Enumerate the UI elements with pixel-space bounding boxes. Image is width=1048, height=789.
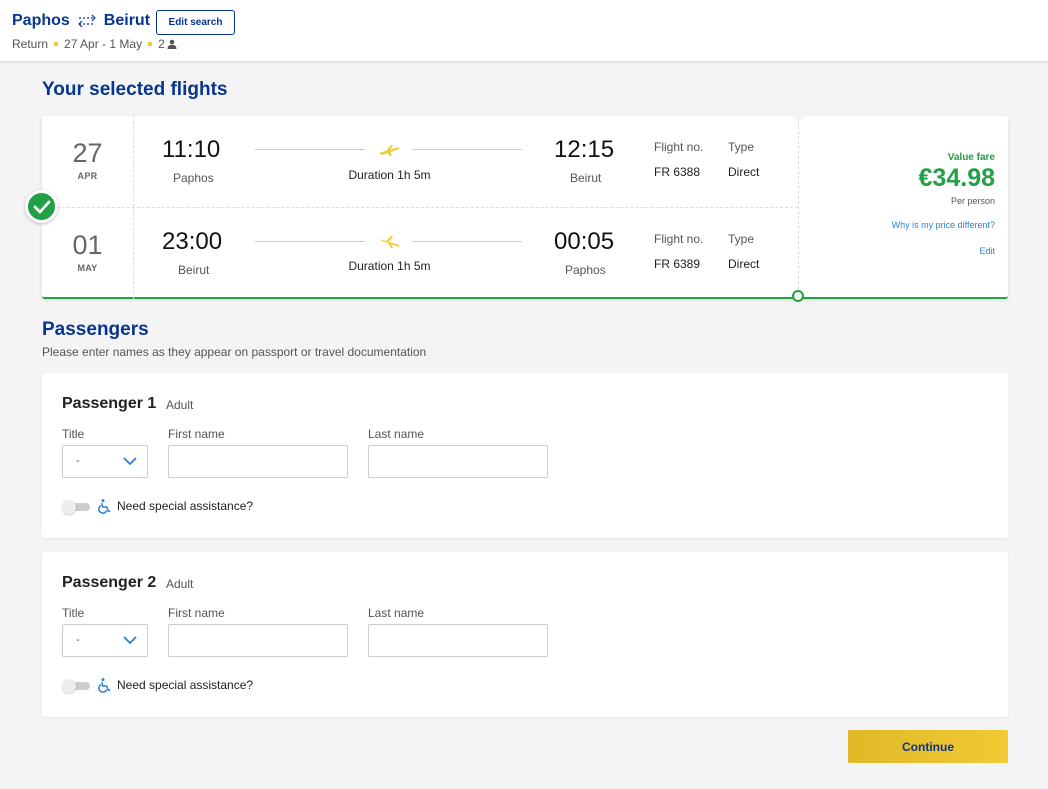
trip-dates: 27 Apr - 1 May — [64, 37, 143, 51]
flight-number: FR 6389 — [654, 257, 701, 271]
trip-type: Return — [12, 37, 49, 51]
route-line — [412, 149, 522, 150]
passenger-count: 2 — [158, 37, 165, 51]
arrival-city: Paphos — [565, 263, 606, 277]
title-select[interactable]: - — [62, 624, 148, 657]
flight-duration: Duration 1h 5m — [348, 259, 431, 273]
last-name-input[interactable] — [368, 445, 548, 478]
arrival-time: 00:05 — [554, 228, 615, 255]
departure-time: 23:00 — [162, 228, 223, 255]
fare-per-person: Per person — [950, 196, 995, 206]
passengers-subtitle: Please enter names as they appear on pas… — [42, 345, 427, 359]
last-name-label: Last name — [368, 427, 425, 441]
route-line — [255, 149, 365, 150]
flight-duration: Duration 1h 5m — [348, 168, 431, 182]
plane-departing-icon — [379, 145, 399, 156]
outbound-flight-row: 27 APR 11:10 Paphos Duration 1h 5m 12:15… — [42, 116, 798, 207]
departure-city: Beirut — [178, 263, 210, 277]
passenger-type: Adult — [166, 398, 194, 412]
title-label: Title — [62, 606, 85, 620]
first-name-input[interactable] — [168, 445, 348, 478]
person-icon — [167, 39, 177, 49]
flight-number-label: Flight no. — [654, 140, 704, 154]
top-bar: Paphos Beirut Edit search Return 27 Apr … — [0, 0, 1048, 62]
arrival-city: Beirut — [570, 171, 602, 185]
plane-landing-icon — [379, 236, 399, 248]
passenger-card-1: Passenger 1 Adult Title First name Last … — [42, 373, 1008, 538]
departure-time: 11:10 — [162, 136, 221, 163]
departure-city: Paphos — [173, 171, 214, 185]
checkmark-icon — [33, 200, 50, 213]
toggle-knob — [62, 500, 76, 514]
toggle-knob — [62, 679, 76, 693]
separator-dot — [148, 42, 153, 46]
fare-price: €34.98 — [918, 164, 995, 192]
selected-check-icon — [25, 190, 58, 223]
title-select[interactable]: - — [62, 445, 148, 478]
passenger-heading: Passenger 2 — [62, 574, 157, 591]
special-assistance-label: Need special assistance? — [117, 499, 254, 513]
fare-summary: Value fare €34.98 Per person Why is my p… — [799, 116, 1008, 299]
title-select-value: - — [76, 455, 80, 467]
destination-city: Beirut — [103, 12, 151, 29]
title-label: Title — [62, 427, 85, 441]
return-flight-row: 01 MAY 23:00 Beirut Duration 1h 5m 00:05… — [42, 208, 798, 299]
first-name-input[interactable] — [168, 624, 348, 657]
selected-flights-title: Your selected flights — [42, 79, 228, 100]
flight-number: FR 6388 — [654, 165, 701, 179]
route-line — [255, 241, 365, 242]
price-different-link[interactable]: Why is my price different? — [892, 220, 995, 230]
flight-date: 01 MAY — [42, 208, 134, 299]
selected-flights-card: 27 APR 11:10 Paphos Duration 1h 5m 12:15… — [42, 110, 1008, 302]
flight-date: 27 APR — [42, 116, 134, 207]
chevron-down-icon — [123, 636, 137, 645]
wheelchair-icon — [98, 678, 111, 693]
flight-type-label: Type — [728, 232, 755, 246]
origin-city: Paphos — [12, 12, 70, 29]
fare-name: Value fare — [947, 152, 995, 163]
edit-fare-link[interactable]: Edit — [979, 246, 995, 256]
separator-dot — [54, 42, 59, 46]
first-name-label: First name — [168, 427, 225, 441]
last-name-input[interactable] — [368, 624, 548, 657]
passenger-type: Adult — [166, 577, 194, 591]
route-summary: Paphos Beirut — [12, 12, 150, 30]
flight-type: Direct — [728, 165, 760, 179]
first-name-label: First name — [168, 606, 225, 620]
special-assistance-label: Need special assistance? — [117, 678, 254, 692]
passenger-heading: Passenger 1 — [62, 395, 157, 412]
passenger-card-2: Passenger 2 Adult Title First name Last … — [42, 552, 1008, 717]
flight-number-label: Flight no. — [654, 232, 704, 246]
flight-month: APR — [77, 171, 98, 181]
return-arrows-icon — [77, 14, 96, 28]
special-assistance-toggle[interactable] — [62, 679, 90, 693]
chevron-down-icon — [123, 457, 137, 466]
route-line — [412, 241, 522, 242]
edit-search-button[interactable]: Edit search — [156, 10, 235, 35]
title-select-value: - — [76, 634, 80, 646]
passengers-title: Passengers — [42, 319, 149, 340]
arrival-time: 12:15 — [554, 136, 615, 163]
last-name-label: Last name — [368, 606, 425, 620]
trip-details: Return 27 Apr - 1 May 2 — [12, 37, 177, 51]
flight-type-label: Type — [728, 140, 755, 154]
flight-month: MAY — [77, 263, 98, 273]
flight-day: 27 — [72, 138, 103, 168]
flight-type: Direct — [728, 257, 760, 271]
special-assistance-toggle[interactable] — [62, 500, 90, 514]
continue-button[interactable]: Continue — [848, 730, 1008, 763]
flight-day: 01 — [72, 230, 103, 260]
wheelchair-icon — [98, 499, 111, 514]
